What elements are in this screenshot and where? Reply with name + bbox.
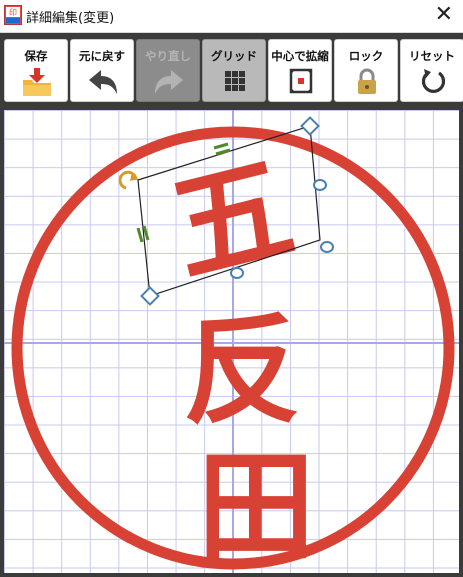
stamp-preview: 五 反 田 xyxy=(4,110,459,573)
toolbar: 保存 元に戻す やり直し グリッド 中心で拡縮 ロック リセット xyxy=(0,33,463,106)
save-folder-icon xyxy=(23,68,51,96)
grid-label: グリッド xyxy=(211,49,257,63)
resize-handle-right-icon[interactable] xyxy=(313,179,327,191)
redo-label: やり直し xyxy=(145,49,191,63)
title-bar: 印 詳細編集(変更) ✕ xyxy=(0,0,463,33)
undo-label: 元に戻す xyxy=(79,49,125,63)
stamp-char-2: 反 xyxy=(183,302,301,440)
rotate-handle-icon[interactable] xyxy=(118,170,138,190)
redo-arrow-icon xyxy=(155,70,183,94)
undo-button[interactable]: 元に戻す xyxy=(70,39,134,102)
canvas-frame: 五 反 田 xyxy=(0,106,463,577)
svg-text:印: 印 xyxy=(9,8,17,17)
window-title: 詳細編集(変更) xyxy=(26,11,115,26)
stamp-app-icon: 印 xyxy=(4,5,22,25)
resize-handle-bottom-icon[interactable] xyxy=(230,267,244,279)
resize-handle-top-right-icon[interactable] xyxy=(300,116,320,136)
undo-arrow-icon xyxy=(89,70,117,94)
resize-handle-bottom-left-icon[interactable] xyxy=(140,286,160,306)
center-zoom-icon xyxy=(289,68,313,94)
center-zoom-button[interactable]: 中心で拡縮 xyxy=(268,39,332,102)
reset-button[interactable]: リセット xyxy=(400,39,463,102)
resize-handle-bottom-right-icon[interactable] xyxy=(320,241,334,253)
redo-button[interactable]: やり直し xyxy=(136,39,200,102)
lock-label: ロック xyxy=(348,49,384,63)
save-button[interactable]: 保存 xyxy=(4,39,68,102)
lock-icon xyxy=(358,68,376,94)
grid-icon xyxy=(225,71,245,91)
stamp-char-3: 田 xyxy=(197,438,315,573)
grid-button[interactable]: グリッド xyxy=(202,39,266,102)
center-zoom-label: 中心で拡縮 xyxy=(271,49,329,63)
reset-label: リセット xyxy=(409,49,455,63)
lock-button[interactable]: ロック xyxy=(334,39,398,102)
reset-rotate-icon xyxy=(421,69,446,93)
stamp-canvas[interactable]: 五 反 田 xyxy=(4,110,459,573)
close-button[interactable]: ✕ xyxy=(435,2,453,28)
save-label: 保存 xyxy=(24,49,48,63)
